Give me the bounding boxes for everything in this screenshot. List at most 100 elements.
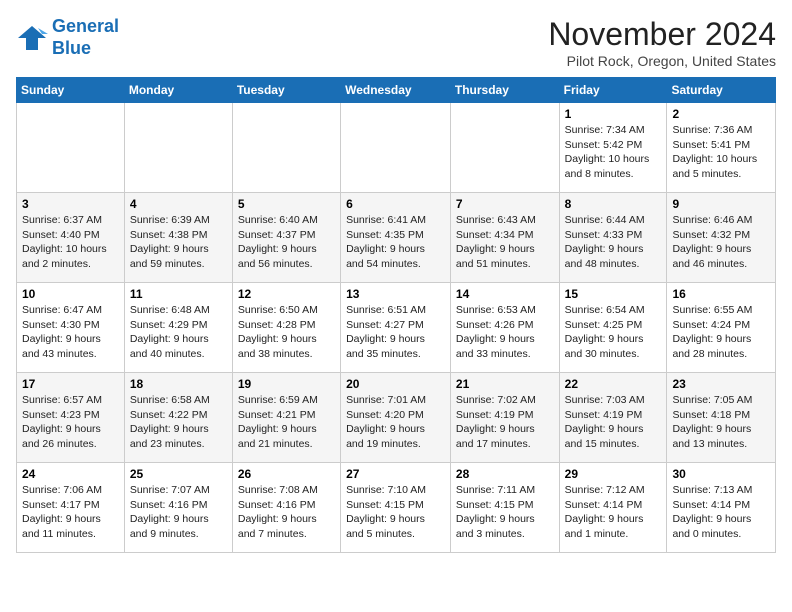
day-number: 25 [130,467,227,481]
calendar-cell: 5 Sunrise: 6:40 AM Sunset: 4:37 PM Daylig… [232,193,340,283]
weekday-header-row: SundayMondayTuesdayWednesdayThursdayFrid… [17,78,776,103]
calendar-cell: 12 Sunrise: 6:50 AM Sunset: 4:28 PM Dayli… [232,283,340,373]
calendar-cell [232,103,340,193]
day-number: 15 [565,287,662,301]
weekday-sunday: Sunday [17,78,125,103]
calendar-cell: 14 Sunrise: 6:53 AM Sunset: 4:26 PM Dayli… [450,283,559,373]
calendar-cell: 28 Sunrise: 7:11 AM Sunset: 4:15 PM Dayli… [450,463,559,553]
day-number: 21 [456,377,554,391]
calendar-cell: 20 Sunrise: 7:01 AM Sunset: 4:20 PM Dayli… [341,373,451,463]
weekday-thursday: Thursday [450,78,559,103]
weekday-friday: Friday [559,78,667,103]
logo-text: General Blue [52,16,119,59]
day-number: 4 [130,197,227,211]
calendar-cell: 13 Sunrise: 6:51 AM Sunset: 4:27 PM Dayli… [341,283,451,373]
day-info: Sunrise: 6:54 AM Sunset: 4:25 PM Dayligh… [565,303,662,362]
day-number: 5 [238,197,335,211]
weekday-monday: Monday [124,78,232,103]
calendar-cell [124,103,232,193]
day-info: Sunrise: 7:12 AM Sunset: 4:14 PM Dayligh… [565,483,662,542]
day-number: 29 [565,467,662,481]
calendar-cell: 7Sunrise: 6:43 AM Sunset: 4:34 PM Daylig… [450,193,559,283]
day-info: Sunrise: 6:46 AM Sunset: 4:32 PM Dayligh… [672,213,770,272]
day-number: 8 [565,197,662,211]
day-info: Sunrise: 6:51 AM Sunset: 4:27 PM Dayligh… [346,303,445,362]
day-number: 27 [346,467,445,481]
day-info: Sunrise: 7:07 AM Sunset: 4:16 PM Dayligh… [130,483,227,542]
day-number: 10 [22,287,119,301]
day-info: Sunrise: 6:50 AM Sunset: 4:28 PM Dayligh… [238,303,335,362]
calendar-cell: 10 Sunrise: 6:47 AM Sunset: 4:30 PM Dayli… [17,283,125,373]
day-number: 11 [130,287,227,301]
calendar-cell: 22 Sunrise: 7:03 AM Sunset: 4:19 PM Dayli… [559,373,667,463]
day-number: 24 [22,467,119,481]
weekday-tuesday: Tuesday [232,78,340,103]
calendar-cell: 30 Sunrise: 7:13 AM Sunset: 4:14 PM Dayli… [667,463,776,553]
page-header: General Blue November 2024 Pilot Rock, O… [16,16,776,69]
day-info: Sunrise: 6:59 AM Sunset: 4:21 PM Dayligh… [238,393,335,452]
day-info: Sunrise: 7:01 AM Sunset: 4:20 PM Dayligh… [346,393,445,452]
calendar-cell [450,103,559,193]
title-block: November 2024 Pilot Rock, Oregon, United… [548,16,776,69]
day-info: Sunrise: 6:37 AM Sunset: 4:40 PM Dayligh… [22,213,119,272]
day-number: 13 [346,287,445,301]
day-info: Sunrise: 6:44 AM Sunset: 4:33 PM Dayligh… [565,213,662,272]
day-info: Sunrise: 7:03 AM Sunset: 4:19 PM Dayligh… [565,393,662,452]
week-row-4: 17Sunrise: 6:57 AM Sunset: 4:23 PM Dayli… [17,373,776,463]
logo-icon [16,24,48,52]
calendar-cell: 25 Sunrise: 7:07 AM Sunset: 4:16 PM Dayli… [124,463,232,553]
day-info: Sunrise: 6:39 AM Sunset: 4:38 PM Dayligh… [130,213,227,272]
day-number: 14 [456,287,554,301]
calendar-cell: 19Sunrise: 6:59 AM Sunset: 4:21 PM Dayli… [232,373,340,463]
calendar-body: 1 Sunrise: 7:34 AM Sunset: 5:42 PM Daylig… [17,103,776,553]
day-info: Sunrise: 7:36 AM Sunset: 5:41 PM Dayligh… [672,123,770,182]
calendar-cell: 26Sunrise: 7:08 AM Sunset: 4:16 PM Dayli… [232,463,340,553]
calendar-cell: 6 Sunrise: 6:41 AM Sunset: 4:35 PM Daylig… [341,193,451,283]
calendar-cell: 18Sunrise: 6:58 AM Sunset: 4:22 PM Dayli… [124,373,232,463]
calendar-cell: 23 Sunrise: 7:05 AM Sunset: 4:18 PM Dayli… [667,373,776,463]
calendar-cell: 16 Sunrise: 6:55 AM Sunset: 4:24 PM Dayli… [667,283,776,373]
day-info: Sunrise: 7:13 AM Sunset: 4:14 PM Dayligh… [672,483,770,542]
day-number: 12 [238,287,335,301]
day-number: 17 [22,377,119,391]
day-info: Sunrise: 7:34 AM Sunset: 5:42 PM Dayligh… [565,123,662,182]
calendar-cell: 21Sunrise: 7:02 AM Sunset: 4:19 PM Dayli… [450,373,559,463]
day-number: 2 [672,107,770,121]
calendar-cell: 2 Sunrise: 7:36 AM Sunset: 5:41 PM Daylig… [667,103,776,193]
calendar-table: SundayMondayTuesdayWednesdayThursdayFrid… [16,77,776,553]
week-row-5: 24Sunrise: 7:06 AM Sunset: 4:17 PM Dayli… [17,463,776,553]
logo: General Blue [16,16,119,59]
week-row-2: 3 Sunrise: 6:37 AM Sunset: 4:40 PM Daylig… [17,193,776,283]
week-row-1: 1 Sunrise: 7:34 AM Sunset: 5:42 PM Daylig… [17,103,776,193]
day-number: 20 [346,377,445,391]
calendar-cell: 1 Sunrise: 7:34 AM Sunset: 5:42 PM Daylig… [559,103,667,193]
day-info: Sunrise: 6:41 AM Sunset: 4:35 PM Dayligh… [346,213,445,272]
day-info: Sunrise: 6:47 AM Sunset: 4:30 PM Dayligh… [22,303,119,362]
day-info: Sunrise: 6:55 AM Sunset: 4:24 PM Dayligh… [672,303,770,362]
day-number: 1 [565,107,662,121]
calendar-cell [17,103,125,193]
day-number: 28 [456,467,554,481]
calendar-cell: 24Sunrise: 7:06 AM Sunset: 4:17 PM Dayli… [17,463,125,553]
day-number: 23 [672,377,770,391]
day-number: 9 [672,197,770,211]
weekday-saturday: Saturday [667,78,776,103]
day-number: 6 [346,197,445,211]
day-number: 16 [672,287,770,301]
day-info: Sunrise: 6:40 AM Sunset: 4:37 PM Dayligh… [238,213,335,272]
day-number: 3 [22,197,119,211]
day-info: Sunrise: 7:11 AM Sunset: 4:15 PM Dayligh… [456,483,554,542]
week-row-3: 10 Sunrise: 6:47 AM Sunset: 4:30 PM Dayli… [17,283,776,373]
calendar-cell: 17Sunrise: 6:57 AM Sunset: 4:23 PM Dayli… [17,373,125,463]
day-info: Sunrise: 6:58 AM Sunset: 4:22 PM Dayligh… [130,393,227,452]
day-info: Sunrise: 7:05 AM Sunset: 4:18 PM Dayligh… [672,393,770,452]
calendar-cell: 11 Sunrise: 6:48 AM Sunset: 4:29 PM Dayli… [124,283,232,373]
calendar-cell: 15 Sunrise: 6:54 AM Sunset: 4:25 PM Dayli… [559,283,667,373]
day-number: 22 [565,377,662,391]
day-info: Sunrise: 6:53 AM Sunset: 4:26 PM Dayligh… [456,303,554,362]
calendar-cell: 29 Sunrise: 7:12 AM Sunset: 4:14 PM Dayli… [559,463,667,553]
day-info: Sunrise: 7:08 AM Sunset: 4:16 PM Dayligh… [238,483,335,542]
day-number: 30 [672,467,770,481]
calendar-cell [341,103,451,193]
day-info: Sunrise: 6:48 AM Sunset: 4:29 PM Dayligh… [130,303,227,362]
